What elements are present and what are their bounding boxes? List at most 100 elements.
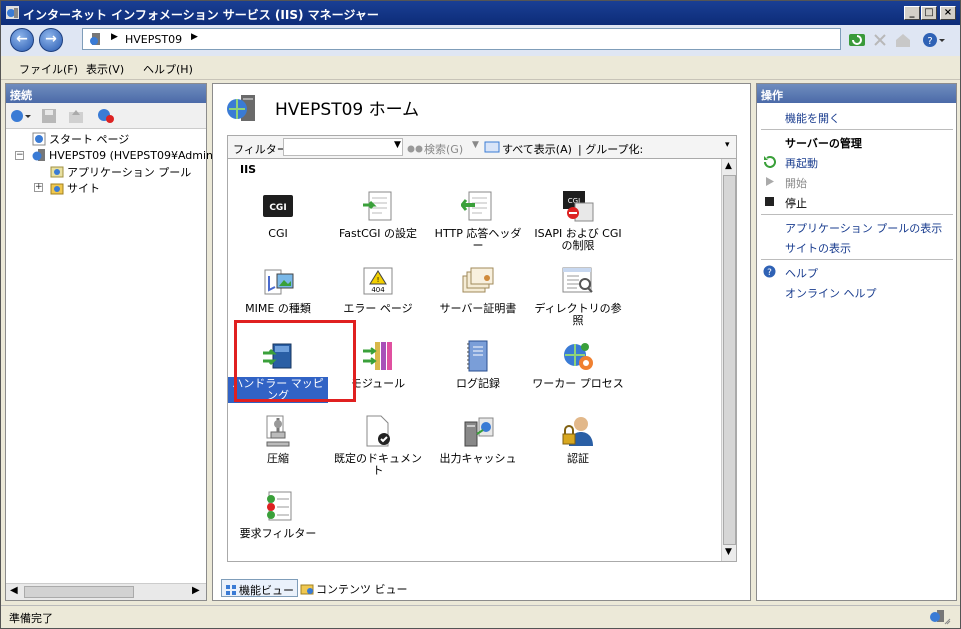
scroll-thumb[interactable] — [723, 175, 736, 545]
authentication-icon — [562, 417, 593, 446]
breadcrumb-server[interactable]: HVEPST09 — [125, 33, 182, 46]
search-button[interactable]: 検索(G) — [424, 141, 463, 157]
request-filtering-icon — [267, 491, 292, 521]
error-pages-icon: ! 404 — [363, 267, 393, 295]
scroll-down-icon[interactable]: ▼ — [725, 547, 732, 557]
action-online-help[interactable]: オンライン ヘルプ — [785, 285, 877, 301]
worker-processes-icon — [564, 343, 593, 370]
divider — [761, 259, 953, 260]
breadcrumb-chevron-icon[interactable]: ▶ — [191, 32, 198, 42]
view-tabs: 機能ビュー コンテンツ ビュー — [221, 577, 421, 599]
feature-label: ディレクトリの参照 — [534, 302, 622, 327]
connect-icon[interactable] — [10, 108, 32, 124]
tree-label-sites: サイト — [67, 182, 100, 195]
save-icon[interactable] — [41, 108, 57, 124]
feature-label: 認証 — [567, 452, 589, 465]
tree-label-server: HVEPST09 (HVEPST09¥Admin — [49, 149, 214, 162]
section-header-iis: IIS — [240, 163, 257, 176]
help-dropdown-icon[interactable]: ? — [921, 31, 945, 49]
modules-icon — [363, 342, 392, 370]
stop-icon[interactable] — [871, 31, 889, 49]
menu-help[interactable]: ヘルプ(H) — [143, 61, 193, 77]
feature-authentication[interactable]: 認証 — [528, 414, 628, 466]
filter-bar: フィルター: ▼ 検索(G) ▼ すべて表示(A) | グループ化: ▾ — [227, 135, 737, 159]
connection-status-icon — [930, 610, 951, 625]
breadcrumb-chevron-icon[interactable]: ▶ — [111, 32, 118, 42]
connections-horizontal-scrollbar[interactable]: ◀ ▶ — [6, 583, 206, 600]
filter-input[interactable] — [283, 138, 403, 156]
feature-default-document[interactable]: 既定のドキュメント — [328, 414, 428, 478]
show-all-icon — [484, 141, 500, 153]
feature-cgi[interactable]: CGI CGI — [228, 189, 328, 241]
home-icon[interactable] — [894, 31, 912, 49]
feature-output-caching[interactable]: 出力キャッシュ — [428, 414, 528, 466]
server-home-icon — [227, 95, 255, 121]
action-view-app-pools[interactable]: アプリケーション プールの表示 — [785, 220, 942, 236]
search-dropdown-icon[interactable]: ▼ — [472, 140, 479, 150]
server-icon — [32, 149, 45, 161]
feature-label: CGI — [268, 227, 288, 240]
start-icon — [766, 177, 774, 186]
maximize-button[interactable]: □ — [921, 6, 937, 20]
tree-start-page[interactable]: スタート ページ — [32, 131, 129, 147]
action-start[interactable]: 開始 — [785, 175, 807, 191]
cgi-icon: CGI — [263, 195, 293, 217]
feature-directory-browsing[interactable]: ディレクトリの参照 — [528, 264, 628, 328]
features-vertical-scrollbar[interactable]: ▲ ▼ — [721, 159, 736, 561]
feature-compression[interactable]: 圧縮 — [228, 414, 328, 466]
feature-error-pages[interactable]: ! 404 エラー ページ — [328, 264, 428, 316]
filter-overflow-icon[interactable]: ▾ — [725, 140, 730, 150]
feature-worker-processes[interactable]: ワーカー プロセス — [528, 339, 628, 391]
menu-view[interactable]: 表示(V) — [86, 61, 124, 77]
feature-http-headers[interactable]: HTTP 応答ヘッダー — [428, 189, 528, 253]
filter-dropdown-icon[interactable]: ▼ — [394, 140, 401, 150]
expand-server-toggle[interactable]: − — [15, 151, 24, 160]
show-all-button[interactable]: すべて表示(A) — [502, 141, 572, 157]
action-open-feature[interactable]: 機能を開く — [785, 110, 840, 126]
action-help[interactable]: ヘルプ — [785, 265, 818, 281]
feature-mime-types[interactable]: MIME の種類 — [228, 264, 328, 316]
forward-button[interactable]: → — [39, 28, 63, 52]
refresh-icon[interactable] — [848, 31, 866, 49]
close-button[interactable]: × — [940, 6, 956, 20]
back-button[interactable]: ← — [10, 28, 34, 52]
delete-connection-icon[interactable] — [97, 108, 115, 124]
feature-list: IIS CGI CGI FastCGI の設定 HTTP 応答ヘッダー CGI … — [227, 159, 737, 562]
group-by-label[interactable]: | グループ化: — [578, 141, 643, 157]
fastcgi-icon — [363, 191, 392, 221]
expand-sites-toggle[interactable]: + — [34, 183, 43, 192]
feature-label: 圧縮 — [267, 452, 289, 465]
feature-label: ログ記録 — [456, 377, 500, 390]
feature-isapi-cgi[interactable]: CGI ISAPI および CGI の制限 — [528, 189, 628, 253]
feature-logging[interactable]: ログ記録 — [428, 339, 528, 391]
svg-text:CGI: CGI — [269, 203, 286, 213]
action-view-sites[interactable]: サイトの表示 — [785, 240, 851, 256]
feature-request-filtering[interactable]: 要求フィルター — [228, 489, 328, 541]
menu-file[interactable]: ファイル(F) — [19, 61, 78, 77]
up-icon[interactable] — [68, 108, 84, 124]
feature-label: 要求フィルター — [239, 527, 317, 540]
feature-server-certificates[interactable]: サーバー証明書 — [428, 264, 528, 316]
scroll-up-icon[interactable]: ▲ — [725, 161, 732, 171]
scroll-right-icon[interactable]: ▶ — [192, 585, 200, 596]
window-title: インターネット インフォメーション サービス (IIS) マネージャー — [23, 8, 379, 22]
feature-fastcgi[interactable]: FastCGI の設定 — [328, 189, 428, 241]
scroll-left-icon[interactable]: ◀ — [10, 585, 18, 596]
tab-features-view[interactable]: 機能ビュー — [221, 579, 298, 597]
tree-sites[interactable]: サイト — [50, 180, 100, 196]
address-bar[interactable]: ▶ HVEPST09 ▶ — [82, 28, 841, 50]
tree-app-pools[interactable]: アプリケーション プール — [50, 164, 191, 180]
navigation-bar: ← → ▶ HVEPST09 ▶ ? — [1, 25, 960, 56]
actions-header: 操作 — [757, 84, 956, 103]
minimize-button[interactable]: _ — [904, 6, 920, 20]
tab-content-view[interactable]: コンテンツ ビュー — [297, 579, 411, 597]
tree-label-start-page: スタート ページ — [49, 133, 130, 146]
status-bar: 準備完了 — [1, 605, 960, 628]
directory-browsing-icon — [562, 267, 593, 293]
action-restart[interactable]: 再起動 — [785, 155, 818, 171]
scroll-thumb[interactable] — [24, 586, 134, 598]
content-view-icon — [300, 584, 314, 595]
start-page-icon — [32, 132, 46, 146]
action-stop[interactable]: 停止 — [785, 195, 807, 211]
tree-server-node[interactable]: HVEPST09 (HVEPST09¥Admin — [32, 148, 213, 162]
